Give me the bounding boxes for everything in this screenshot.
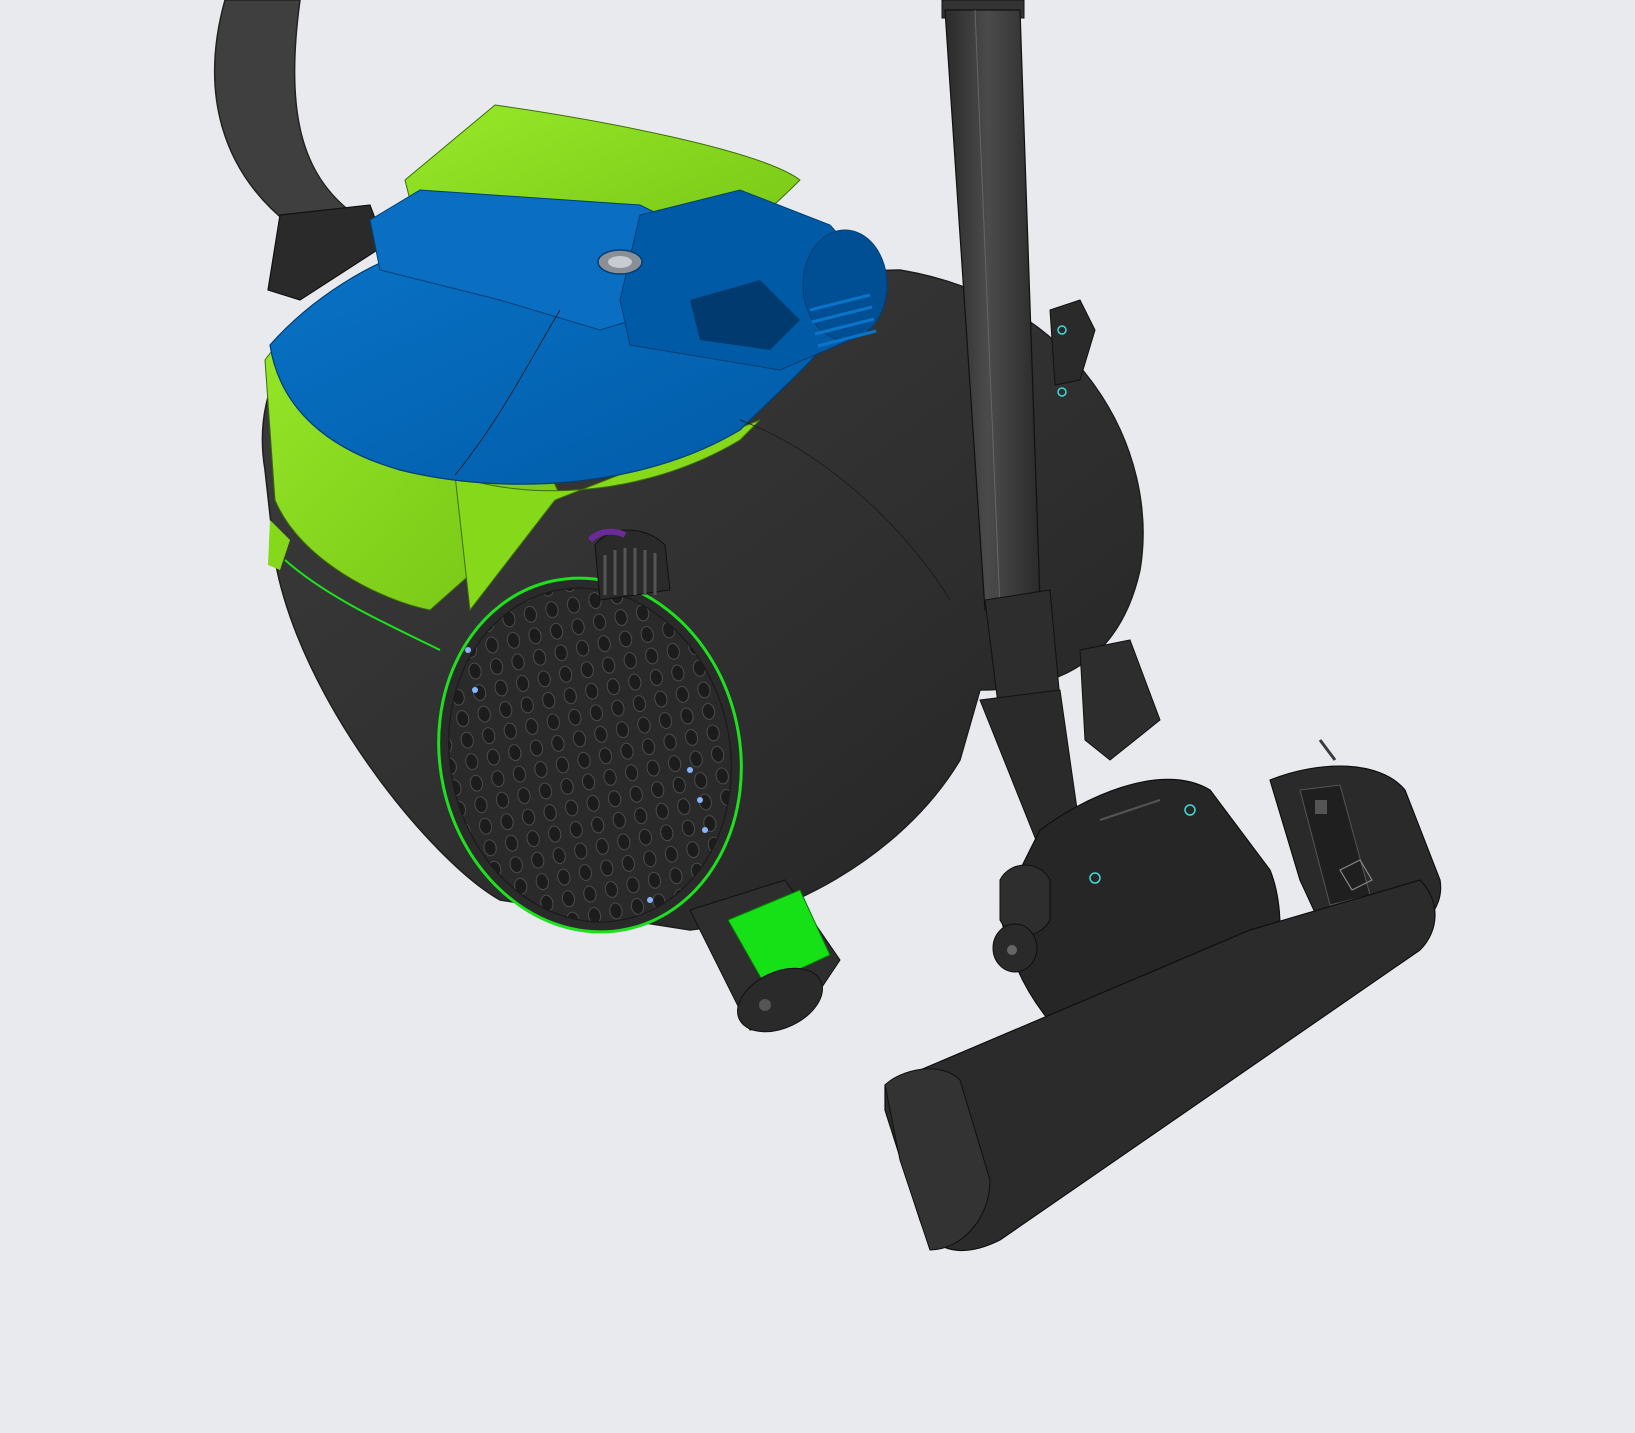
lid-release-button-inner bbox=[608, 256, 632, 268]
3d-viewport[interactable] bbox=[0, 0, 1635, 1433]
side-bumper bbox=[1079, 639, 1161, 761]
vacuum-cleaner-model[interactable] bbox=[0, 0, 1635, 1433]
front-wheel-assembly bbox=[689, 879, 841, 1033]
floor-nozzle[interactable] bbox=[884, 739, 1442, 1251]
nozzle-switch-icon[interactable] bbox=[1315, 800, 1327, 814]
cord-rewind-knob[interactable] bbox=[587, 528, 671, 601]
